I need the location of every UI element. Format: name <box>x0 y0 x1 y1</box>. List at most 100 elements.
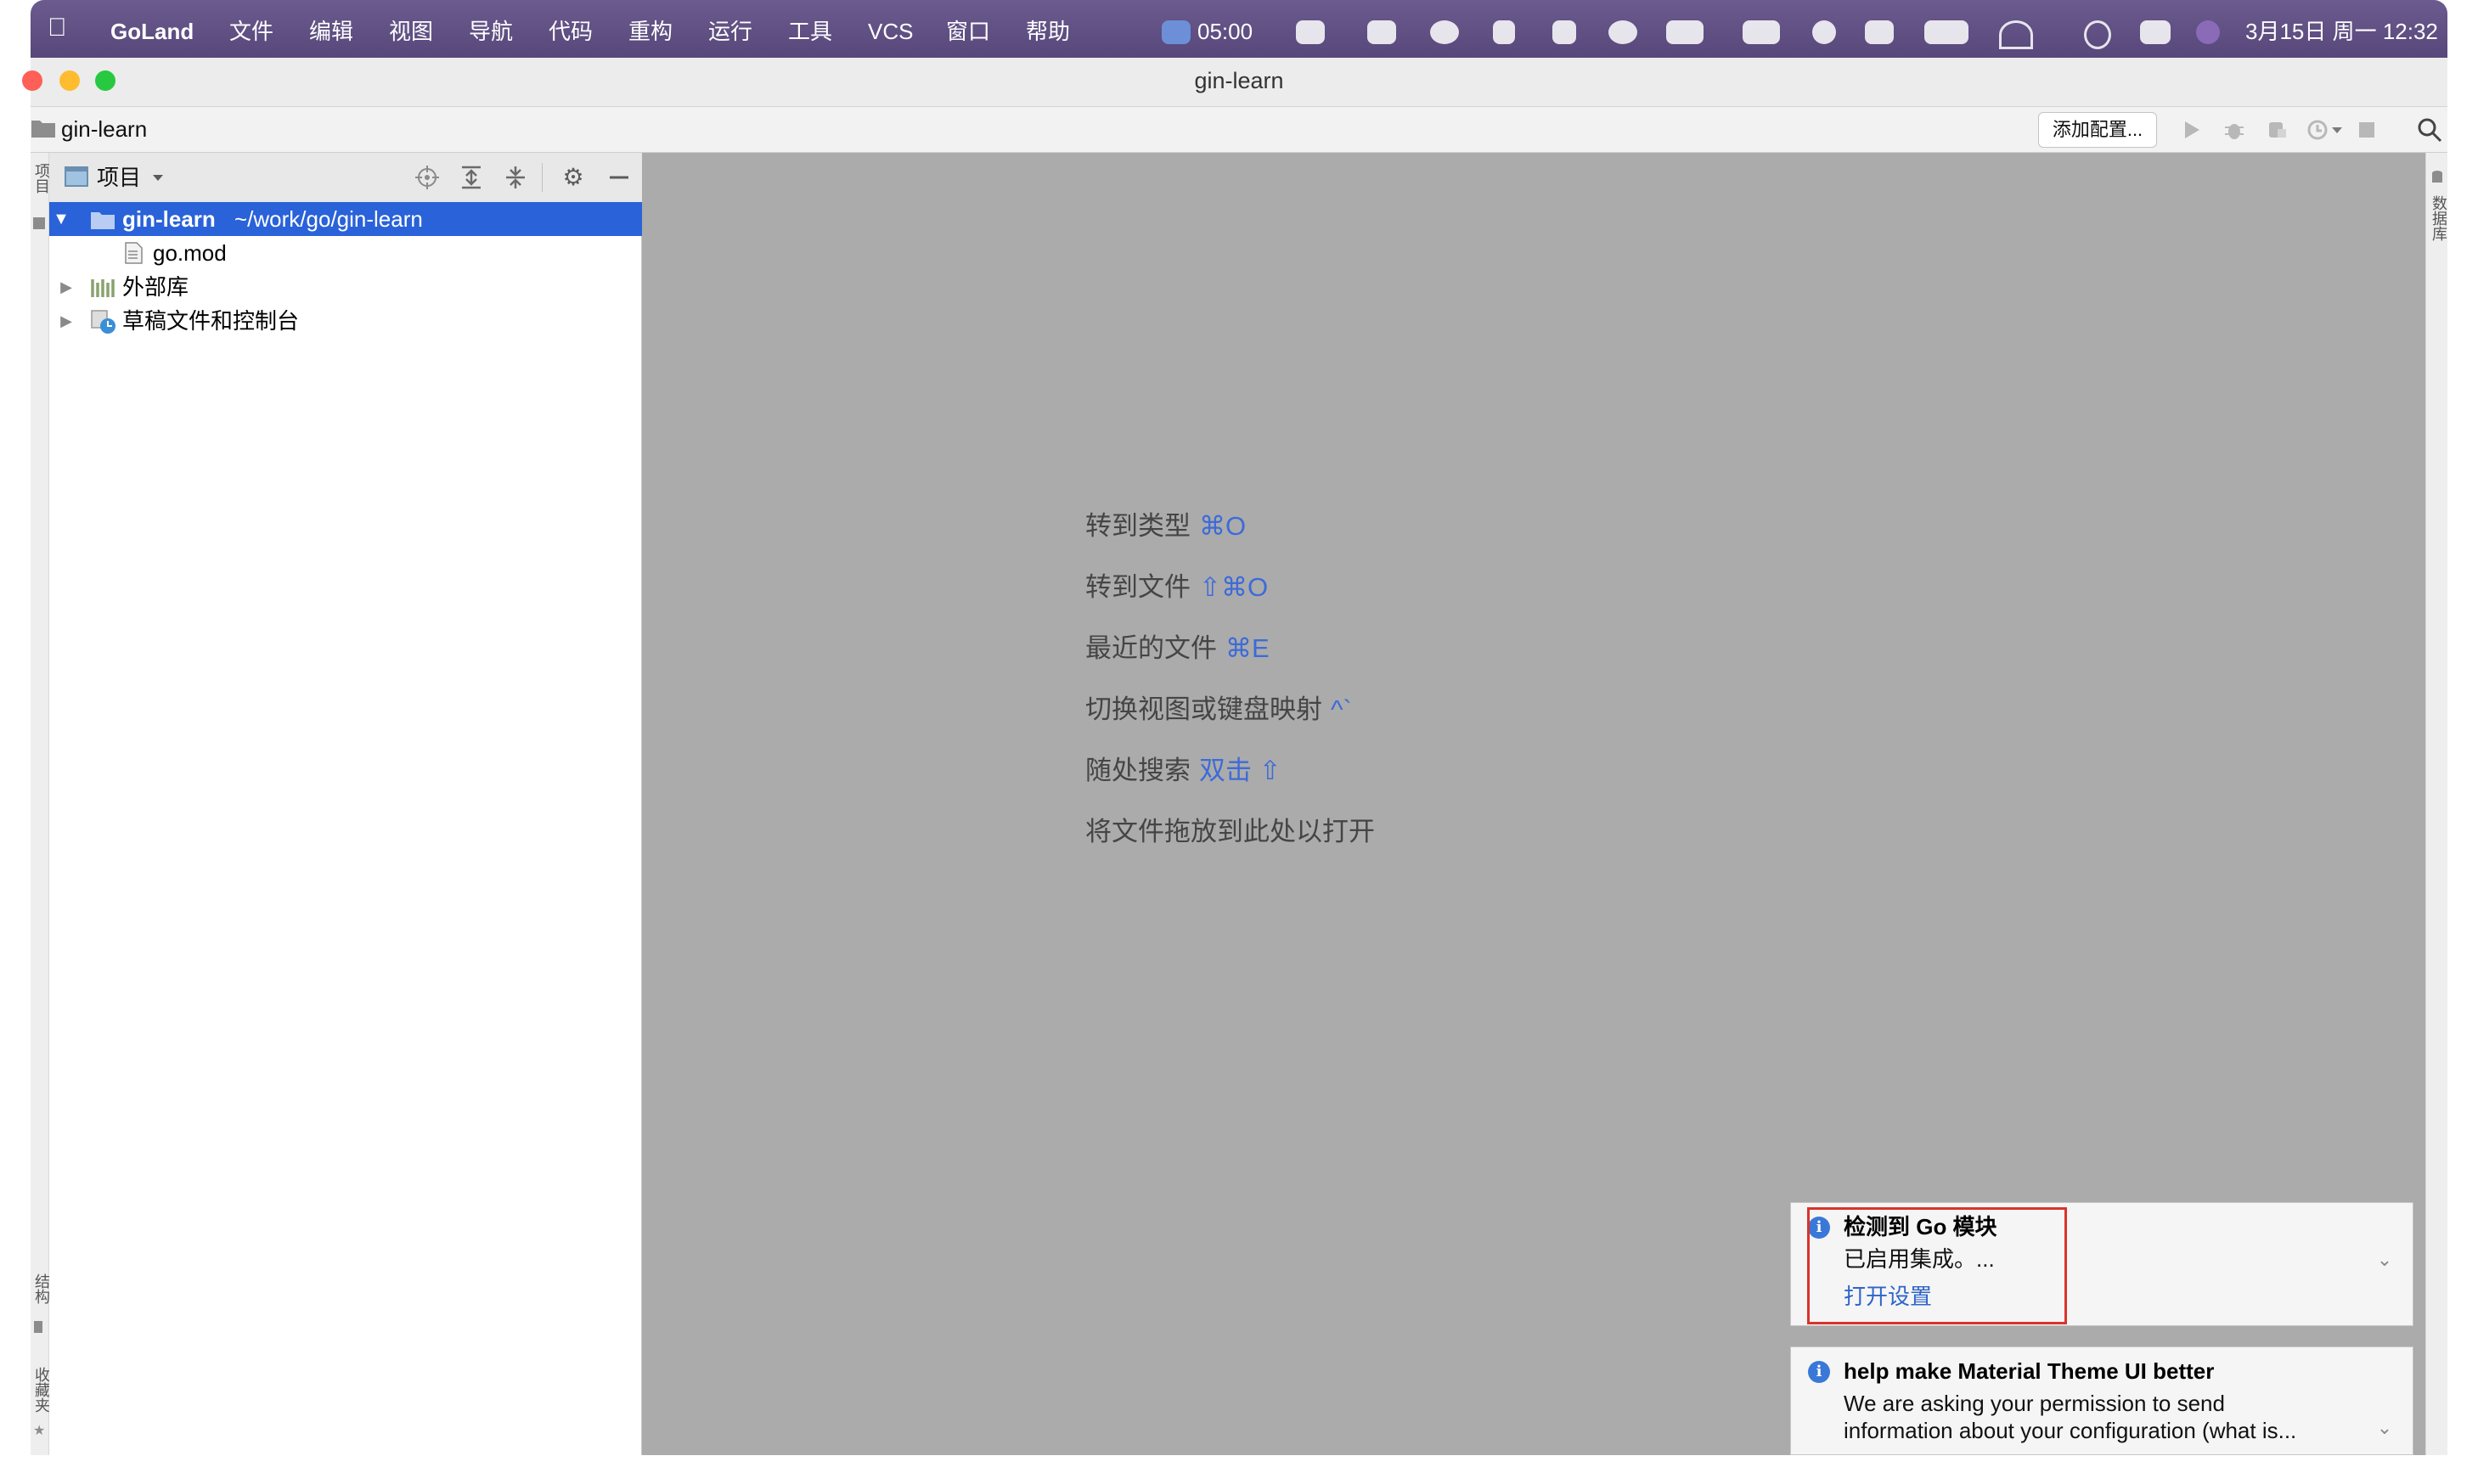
tree-node-external-libraries[interactable]: ▶ 外部库 <box>49 270 642 304</box>
tree-node-label: 外部库 <box>122 274 189 300</box>
tree-node-go-mod[interactable]: go.mod <box>49 236 642 270</box>
calendar-tray-icon[interactable] <box>1162 20 1191 44</box>
network-tray-icon[interactable] <box>1430 20 1459 44</box>
menu-vcs[interactable]: VCS <box>868 19 913 44</box>
gear-icon[interactable]: ⚙ <box>560 165 586 190</box>
menu-help[interactable]: 帮助 <box>1026 19 1070 44</box>
tree-node-label: gin-learn <box>122 206 216 232</box>
shield-tray-icon[interactable] <box>1493 20 1515 44</box>
apple-icon[interactable]:  <box>48 15 67 41</box>
hint-text: 切换视图或键盘映射 <box>1085 694 1322 724</box>
locate-icon[interactable] <box>414 165 440 190</box>
qq-tray-icon[interactable] <box>1552 20 1576 44</box>
hint-goto-file: 转到文件 ⇧⌘O <box>1085 571 1268 604</box>
hint-recent-files: 最近的文件 ⌘E <box>1085 632 1270 666</box>
project-view-selector[interactable]: 项目 <box>97 163 141 192</box>
shortcut-key: 双击 ⇧ <box>1199 756 1281 785</box>
hint-goto-type: 转到类型 ⌘O <box>1085 509 1246 543</box>
shortcut-key: ^` <box>1331 694 1352 724</box>
expand-notification-icon[interactable]: ⌄ <box>2372 1247 2397 1273</box>
chat-tray-icon[interactable] <box>1296 20 1325 44</box>
shortcut-key: ⇧⌘O <box>1199 572 1269 602</box>
collapse-all-icon[interactable] <box>503 165 528 190</box>
menu-run[interactable]: 运行 <box>708 19 752 44</box>
tree-node-label: 草稿文件和控制台 <box>122 308 300 334</box>
tree-node-label: go.mod <box>153 240 227 266</box>
chevron-down-icon[interactable] <box>151 173 165 183</box>
notification-body-line2: information about your configuration (wh… <box>1844 1418 2297 1443</box>
menu-navigate[interactable]: 导航 <box>469 19 513 44</box>
bird-tray-icon[interactable] <box>1666 20 1704 44</box>
shortcut-key: ⌘E <box>1225 633 1270 663</box>
notification-body-line1: We are asking your permission to send <box>1844 1391 2225 1416</box>
left-tool-stripe: 项目 结构 收藏夹 ★ <box>31 153 50 1455</box>
hint-text: 转到文件 <box>1085 572 1191 602</box>
expanded-arrow-icon[interactable]: ▼ <box>53 202 70 236</box>
mac-menubar:  GoLand 文件 编辑 视图 导航 代码 重构 运行 工具 VCS 窗口 … <box>31 0 2447 58</box>
docker-tray-icon[interactable] <box>1367 20 1396 44</box>
hint-text: 最近的文件 <box>1085 633 1217 663</box>
database-tool-tab[interactable]: 数据库 <box>2428 195 2450 241</box>
expand-all-icon[interactable] <box>459 165 484 190</box>
menubar-datetime[interactable]: 3月15日 周一 12:32 <box>2245 19 2438 44</box>
library-icon <box>91 279 115 297</box>
project-tab-icon <box>33 217 45 229</box>
tree-node-scratches[interactable]: ▶ 草稿文件和控制台 <box>49 304 642 338</box>
profile-icon[interactable] <box>2306 119 2329 141</box>
tree-node-project-root[interactable]: ▼ gin-learn ~/work/go/gin-learn <box>49 202 642 236</box>
add-configuration-button[interactable]: 添加配置... <box>2038 112 2157 148</box>
menu-refactor[interactable]: 重构 <box>628 19 673 44</box>
right-tool-stripe: 数据库 <box>2425 153 2447 1455</box>
collapsed-arrow-icon[interactable]: ▶ <box>58 270 75 304</box>
coverage-icon[interactable] <box>2266 119 2288 141</box>
vpn-tray-icon[interactable] <box>1608 20 1637 44</box>
input-method-icon[interactable] <box>1924 20 1968 44</box>
debug-icon[interactable] <box>2223 119 2245 141</box>
hint-text: 将文件拖放到此处以打开 <box>1085 817 1375 846</box>
highlight-box <box>1807 1207 2067 1324</box>
folder-icon <box>31 121 55 138</box>
collapsed-arrow-icon[interactable]: ▶ <box>58 304 75 338</box>
play-tray-icon[interactable] <box>1812 20 1836 44</box>
menu-code[interactable]: 代码 <box>549 19 593 44</box>
info-icon: i <box>1808 1361 1830 1383</box>
expand-notification-icon[interactable]: ⌄ <box>2372 1415 2397 1441</box>
run-icon[interactable] <box>2181 119 2203 141</box>
menu-view[interactable]: 视图 <box>389 19 433 44</box>
tray-clock-badge[interactable]: 05:00 <box>1197 19 1253 44</box>
hide-panel-icon[interactable] <box>606 165 632 190</box>
hint-text: 转到类型 <box>1085 511 1191 541</box>
scratch-icon <box>91 310 115 334</box>
hint-switch-view: 切换视图或键盘映射 ^` <box>1085 693 1352 727</box>
navigation-toolbar: gin-learn 添加配置... <box>31 107 2447 153</box>
search-icon[interactable] <box>2417 117 2442 143</box>
toolbar-divider <box>542 163 543 192</box>
app-tray-icon[interactable] <box>1865 20 1894 44</box>
editor-empty-state: 转到类型 ⌘O 转到文件 ⇧⌘O 最近的文件 ⌘E 切换视图或键盘映射 ^` 随处搜索双… <box>642 153 2425 1455</box>
screenshot-margin <box>0 1455 2478 1484</box>
project-tool-window: 项目 ⚙ ▼ gin-learn ~/work/go/gin-learn go.… <box>49 153 642 1455</box>
menu-tools[interactable]: 工具 <box>788 19 832 44</box>
project-view-icon <box>65 166 88 187</box>
spotlight-search-icon[interactable] <box>2084 20 2111 49</box>
menu-edit[interactable]: 编辑 <box>309 19 353 44</box>
hint-drop-files: 将文件拖放到此处以打开 <box>1085 815 1375 849</box>
tree-node-path: ~/work/go/gin-learn <box>234 206 423 232</box>
menu-file[interactable]: 文件 <box>229 19 273 44</box>
window-title: gin-learn <box>1194 68 1284 93</box>
menu-window[interactable]: 窗口 <box>946 19 990 44</box>
breadcrumb[interactable]: gin-learn <box>61 115 147 143</box>
control-center-icon[interactable] <box>2140 20 2171 44</box>
project-panel-header: 项目 ⚙ <box>49 153 642 203</box>
chevron-down-icon[interactable] <box>2330 126 2344 136</box>
stop-icon[interactable] <box>2356 119 2378 141</box>
menu-app-name[interactable]: GoLand <box>110 19 194 44</box>
database-icon <box>2432 171 2442 183</box>
hint-search-everywhere: 随处搜索 双击 ⇧ <box>1085 754 1281 788</box>
shortcut-key: ⌘O <box>1199 511 1247 541</box>
siri-icon[interactable] <box>2196 20 2220 44</box>
wechat-tray-icon[interactable] <box>1743 20 1780 44</box>
notification-material-theme[interactable]: i help make Material Theme UI better We … <box>1790 1346 2413 1455</box>
star-icon: ★ <box>33 1424 46 1438</box>
wifi-icon[interactable] <box>1999 20 2033 49</box>
